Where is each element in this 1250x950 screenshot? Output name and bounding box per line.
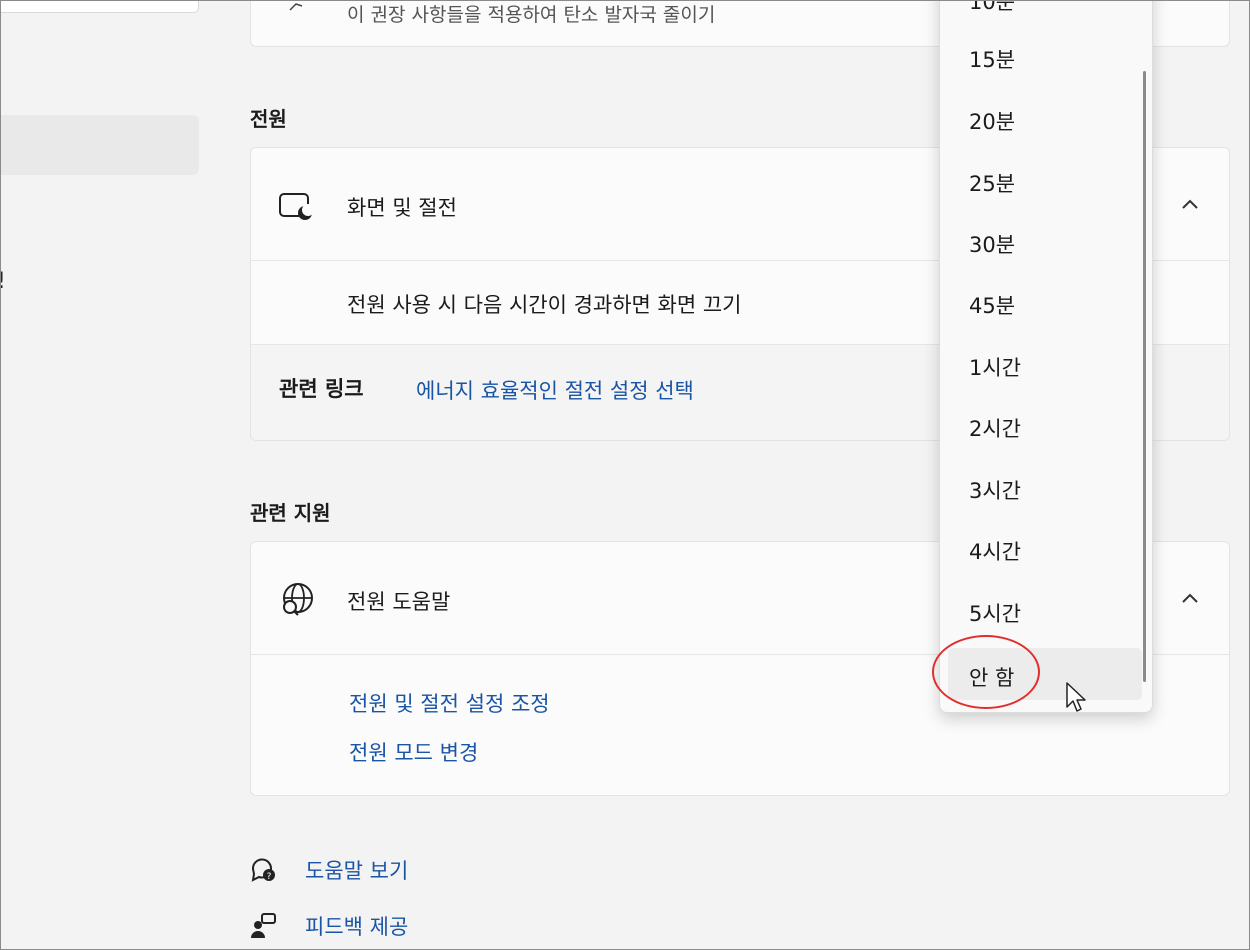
power-section-title: 전원 (250, 107, 287, 131)
option-10min[interactable]: 10분 (940, 1, 1140, 24)
power-help-label: 전원 도움말 (347, 590, 451, 614)
option-3hours[interactable]: 3시간 (940, 461, 1140, 513)
chevron-up-icon[interactable] (1181, 592, 1199, 604)
screen-timeout-dropdown-list[interactable]: 10분 15분 20분 25분 30분 45분 1시간 2시간 3시간 4시간 … (939, 1, 1153, 713)
sidebar-partial-text: ! (1, 269, 6, 294)
related-links-label: 관련 링크 (279, 377, 364, 401)
settings-window: ! 이 권장 사항들을 적용하여 탄소 발자국 줄이기 전원 화면 및 절전 전… (0, 0, 1250, 950)
option-4hours[interactable]: 4시간 (940, 522, 1140, 574)
svg-text:?: ? (267, 872, 272, 882)
chevron-up-icon[interactable] (1181, 198, 1199, 210)
sidebar-selected-item[interactable] (1, 115, 199, 175)
change-power-mode-link[interactable]: 전원 모드 변경 (349, 737, 478, 767)
highlight-annotation-circle (932, 635, 1040, 709)
get-help-link[interactable]: 도움말 보기 (305, 855, 408, 885)
sidebar-search-box[interactable] (1, 1, 199, 13)
option-15min[interactable]: 15분 (940, 30, 1140, 82)
option-20min[interactable]: 20분 (940, 92, 1140, 144)
option-30min[interactable]: 30분 (940, 215, 1140, 267)
screen-sleep-icon (279, 193, 314, 220)
mouse-pointer-icon (1066, 682, 1086, 712)
option-45min[interactable]: 45분 (940, 276, 1140, 328)
option-1hour[interactable]: 1시간 (940, 338, 1140, 390)
dropdown-scrollbar[interactable] (1143, 71, 1146, 682)
option-2hours[interactable]: 2시간 (940, 399, 1140, 451)
option-25min[interactable]: 25분 (940, 154, 1140, 206)
screen-sleep-label: 화면 및 절전 (347, 196, 457, 220)
plugged-in-label: 전원 사용 시 다음 시간이 경과하면 화면 끄기 (347, 293, 742, 317)
recommendation-text: 이 권장 사항들을 적용하여 탄소 발자국 줄이기 (347, 4, 716, 26)
leaf-icon (289, 3, 303, 11)
option-5hours[interactable]: 5시간 (940, 584, 1140, 636)
feedback-icon (251, 913, 276, 938)
give-feedback-link[interactable]: 피드백 제공 (305, 911, 408, 941)
globe-search-icon (283, 583, 313, 616)
support-section-title: 관련 지원 (250, 501, 331, 525)
adjust-power-sleep-link[interactable]: 전원 및 절전 설정 조정 (349, 688, 550, 718)
help-icon: ? (251, 858, 275, 882)
energy-efficient-sleep-link[interactable]: 에너지 효율적인 절전 설정 선택 (416, 375, 694, 405)
